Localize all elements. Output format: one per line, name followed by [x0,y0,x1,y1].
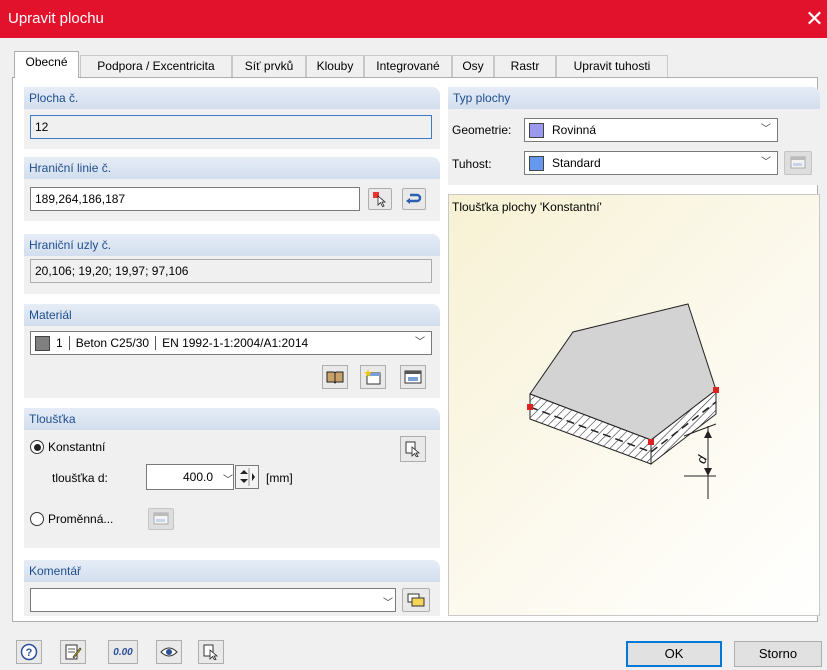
surface-no-field[interactable]: 12 [30,115,432,139]
stiffness-value: Standard [552,156,601,170]
edit-dialog-icon [153,512,169,525]
edit-dialog-icon [790,156,806,169]
geometry-color-swatch [529,122,544,138]
separator [68,336,70,350]
pick-button[interactable] [198,640,224,664]
svg-text:?: ? [26,647,33,659]
comment-header: Komentář [24,560,440,582]
tab-rastr[interactable]: Rastr [494,55,556,77]
close-button[interactable]: ✕ [802,5,827,33]
separator [155,336,157,350]
tab-osy[interactable]: Osy [452,55,494,77]
edit-material-button[interactable] [400,365,426,389]
chevron-down-icon[interactable]: ﹀ [223,471,233,486]
variable-edit-button[interactable] [148,508,174,530]
surface-no-header: Plocha č. [24,87,440,109]
units-decimals-button[interactable]: 0.00 [108,640,138,664]
boundary-lines-header: Hraniční linie č. [24,157,440,179]
edit-notes-button[interactable] [60,640,86,664]
geometry-value: Rovinná [552,123,597,137]
thickness-header: Tloušťka [24,408,440,430]
tab-integrovane[interactable]: Integrované [364,55,452,77]
radio-dot [33,443,41,451]
copy-stack-icon [407,593,425,607]
thickness-pick-button[interactable] [400,436,426,462]
chevron-down-icon: ﹀ [761,124,771,135]
geometry-select[interactable]: Rovinná ﹀ [524,118,778,142]
pick-cursor-icon [373,192,387,207]
comment-browse-button[interactable] [402,588,430,612]
pick-cursor-icon [405,441,421,457]
material-number: 1 [56,336,63,350]
stiffness-select[interactable]: Standard ﹀ [524,151,778,175]
surface-thickness-drawing [527,303,719,499]
stiffness-edit-button[interactable] [784,151,812,175]
units-icon-text: 0.00 [113,646,133,658]
loop-arrow-icon [406,193,422,204]
thickness-unit: [mm] [266,471,293,485]
pick-lines-button[interactable] [368,188,392,210]
boundary-lines-field[interactable]: 189,264,186,187 [30,187,360,211]
book-icon [326,371,344,384]
new-material-button[interactable] [360,365,386,389]
view-button[interactable] [156,640,182,664]
renumber-lines-button[interactable] [402,188,426,210]
tab-obecne[interactable]: Obecné [14,51,79,78]
geometry-label: Geometrie: [452,123,512,137]
cancel-button[interactable]: Storno [734,641,822,667]
variable-label: Proměnná... [48,512,114,526]
material-select[interactable]: 1 Beton C25/30 EN 1992-1-1:2004/A1:2014 … [30,331,432,355]
edit-dialog-icon [404,370,422,384]
tab-klouby[interactable]: Klouby [306,55,364,77]
comment-input[interactable] [30,588,396,612]
boundary-nodes-header: Hraniční uzly č. [24,234,440,256]
stiffness-label: Tuhost: [452,157,492,171]
thickness-d-input[interactable]: 400.0 [146,464,234,490]
material-name: Beton C25/30 [75,336,150,350]
constant-label: Konstantní [48,440,106,454]
thickness-spinner[interactable] [235,465,259,489]
pick-cursor-icon [203,644,219,660]
help-icon: ? [20,643,38,661]
spinner-arrows-icon [240,468,255,486]
tab-podpora-excentricita[interactable]: Podpora / Excentricita [80,55,232,77]
material-norm: EN 1992-1-1:2004/A1:2014 [162,336,309,350]
chevron-down-icon: ﹀ [415,337,425,348]
constant-radio[interactable] [30,440,44,454]
ok-button[interactable]: OK [626,641,722,667]
tab-upravit-tuhosti[interactable]: Upravit tuhosti [556,55,668,77]
variable-radio[interactable] [30,512,44,526]
title-bar [0,0,827,38]
material-library-button[interactable] [322,365,348,389]
chevron-down-icon[interactable]: ﹀ [383,594,393,609]
pencil-note-icon [65,644,82,660]
window-title: Upravit plochu [8,10,104,27]
new-item-icon [364,369,381,385]
eye-icon [160,647,178,657]
material-color-swatch [35,335,50,351]
tab-sit-prvku[interactable]: Síť prvků [232,55,306,77]
surface-type-header: Typ plochy [448,87,820,109]
material-header: Materiál [24,304,440,326]
stiffness-color-swatch [529,155,544,171]
thickness-d-label: tloušťka d: [52,471,108,485]
boundary-nodes-field: 20,106; 19,20; 19,97; 97,106 [30,259,432,283]
help-button[interactable]: ? [16,640,42,664]
chevron-down-icon: ﹀ [761,157,771,168]
